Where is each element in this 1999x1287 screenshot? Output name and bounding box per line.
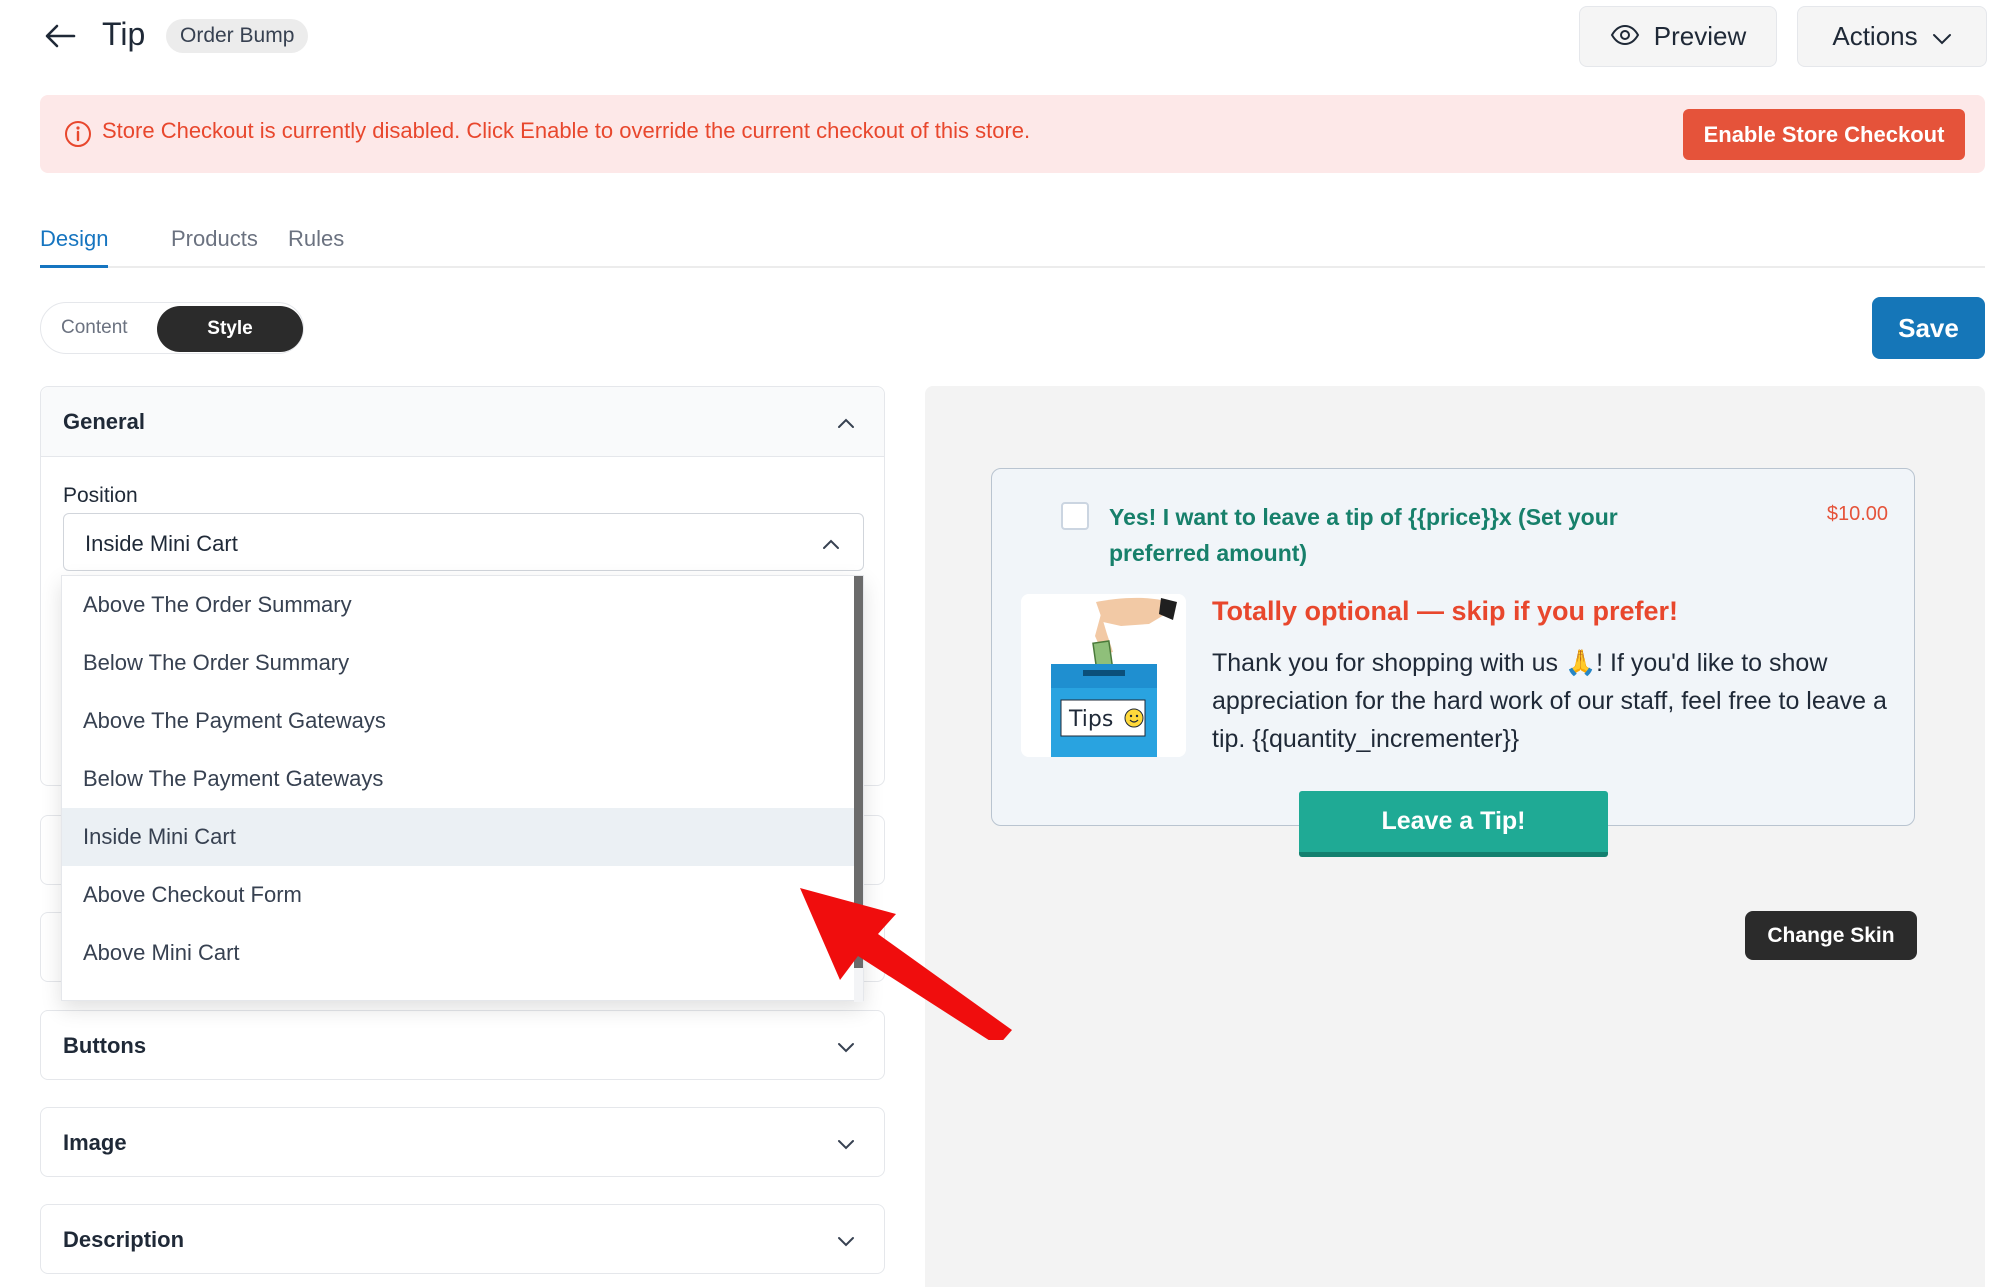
actions-menu-button[interactable]: Actions bbox=[1797, 6, 1987, 67]
eye-icon bbox=[1610, 21, 1640, 52]
dropdown-option-selected[interactable]: Inside Mini Cart bbox=[62, 808, 856, 866]
description-panel[interactable]: Description bbox=[40, 1204, 885, 1274]
chevron-down-icon bbox=[836, 1231, 856, 1251]
tab-products[interactable]: Products bbox=[171, 226, 258, 268]
info-icon bbox=[64, 120, 92, 148]
bump-checkbox[interactable] bbox=[1061, 502, 1089, 530]
buttons-panel[interactable]: Buttons bbox=[40, 1010, 885, 1080]
position-select-value: Inside Mini Cart bbox=[85, 531, 238, 556]
bump-price: $10.00 bbox=[1826, 503, 1888, 525]
red-arrow-annotation bbox=[800, 888, 1012, 1040]
enable-store-checkout-button[interactable]: Enable Store Checkout bbox=[1683, 109, 1965, 160]
type-badge: Order Bump bbox=[166, 19, 309, 53]
chevron-down-icon bbox=[1932, 21, 1952, 52]
order-bump-card: Yes! I want to leave a tip of {{price}}x… bbox=[991, 468, 1915, 857]
tips-label: Tips bbox=[1068, 707, 1113, 732]
image-panel-header[interactable]: Image bbox=[41, 1108, 884, 1176]
chevron-down-icon bbox=[836, 1134, 856, 1154]
image-panel[interactable]: Image bbox=[40, 1107, 885, 1177]
style-toggle[interactable]: Style bbox=[157, 306, 303, 352]
dropdown-option[interactable]: Above The Payment Gateways bbox=[62, 692, 856, 750]
preview-button[interactable]: Preview bbox=[1579, 6, 1777, 67]
dropdown-option[interactable]: Above The Order Summary bbox=[62, 576, 856, 634]
bump-headline: Yes! I want to leave a tip of {{price}}x… bbox=[1109, 504, 1618, 566]
actions-label: Actions bbox=[1832, 21, 1918, 51]
description-panel-title: Description bbox=[63, 1227, 185, 1252]
store-checkout-alert: Store Checkout is currently disabled. Cl… bbox=[40, 95, 1985, 173]
content-toggle[interactable]: Content bbox=[61, 317, 128, 339]
preview-label: Preview bbox=[1653, 21, 1747, 51]
change-skin-button[interactable]: Change Skin bbox=[1745, 911, 1917, 960]
chevron-up-icon bbox=[836, 413, 856, 433]
bump-preview-area: Yes! I want to leave a tip of {{price}}x… bbox=[925, 386, 1985, 1287]
page-title: Tip bbox=[102, 16, 146, 52]
chevron-down-icon bbox=[836, 1037, 856, 1057]
dropdown-option[interactable]: Above Checkout Form bbox=[62, 866, 856, 924]
image-panel-title: Image bbox=[63, 1130, 127, 1155]
position-select[interactable]: Inside Mini Cart bbox=[63, 513, 864, 571]
general-panel-header[interactable]: General bbox=[41, 387, 884, 457]
bump-subheadline: Totally optional — skip if you prefer! bbox=[1212, 596, 1679, 626]
chevron-up-icon bbox=[821, 534, 841, 554]
alert-message: Store Checkout is currently disabled. Cl… bbox=[102, 118, 1031, 143]
buttons-panel-header[interactable]: Buttons bbox=[41, 1011, 884, 1079]
tip-box-image: Tips bbox=[1021, 594, 1186, 757]
dropdown-option[interactable]: Below The Payment Gateways bbox=[62, 750, 856, 808]
content-style-toggle: Content Style bbox=[40, 302, 304, 354]
save-button[interactable]: Save bbox=[1872, 297, 1985, 359]
position-dropdown-list: Above The Order Summary Below The Order … bbox=[61, 575, 864, 1002]
back-arrow-icon[interactable] bbox=[40, 18, 80, 54]
position-label: Position bbox=[63, 484, 138, 507]
editor-tabs: Design Products Rules bbox=[40, 220, 1985, 268]
dropdown-option[interactable]: Below The Order Summary bbox=[62, 634, 856, 692]
general-panel-title: General bbox=[63, 409, 145, 434]
description-panel-header[interactable]: Description bbox=[41, 1205, 884, 1273]
tab-design[interactable]: Design bbox=[40, 226, 109, 268]
page-header: Tip Order Bump Preview Actions bbox=[0, 0, 1999, 72]
tab-rules[interactable]: Rules bbox=[288, 226, 344, 268]
dropdown-option[interactable]: Above Mini Cart bbox=[62, 924, 856, 982]
buttons-panel-title: Buttons bbox=[63, 1033, 147, 1058]
bump-description: Thank you for shopping with us 🙏! If you… bbox=[1212, 649, 1887, 753]
leave-tip-button[interactable]: Leave a Tip! bbox=[1299, 791, 1608, 857]
